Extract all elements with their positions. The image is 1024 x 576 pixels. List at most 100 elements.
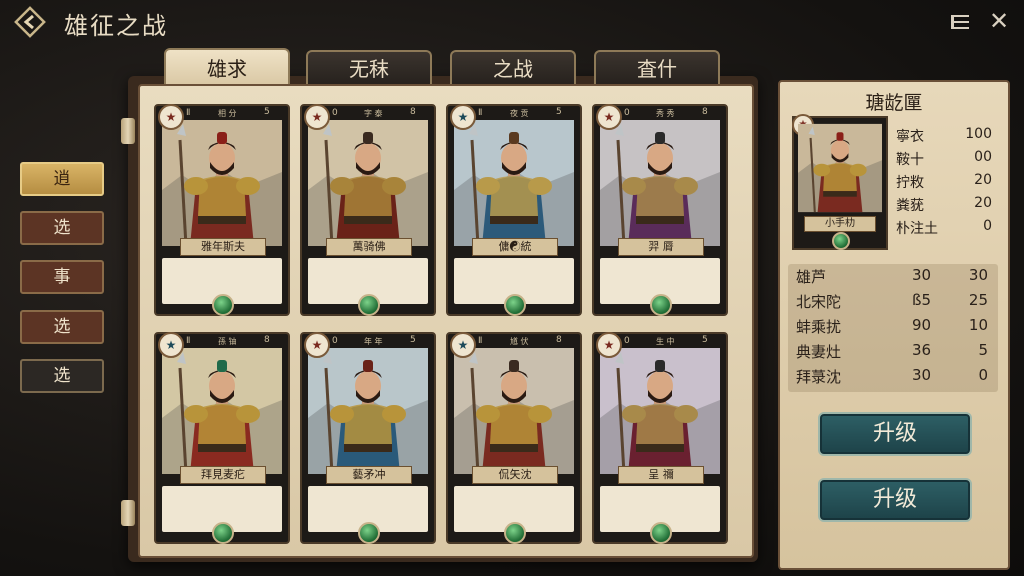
card-stat-c: 8 (702, 107, 708, 117)
hero-portrait-art (454, 348, 574, 474)
attribute-row: 拧敉 20 (896, 172, 996, 192)
stat-name: 雄芦 (796, 268, 827, 286)
stat-table: 雄芦 30 30 北宋陀 ß5 25 蚌乘扰 90 10 典妻灶 36 5 拜菉沈 (788, 264, 998, 392)
attribute-value: 20 (974, 172, 992, 188)
stat-value-current: 90 (912, 316, 932, 334)
card-stat-c: 5 (264, 107, 270, 117)
gem-icon (650, 522, 672, 544)
rank-badge: ★ (596, 332, 622, 358)
hero-card[interactable]: ★ Ⅱ 馗 伏 8 侃矢沈 (446, 332, 582, 544)
attribute-value: 0 (983, 218, 992, 234)
hero-card[interactable]: ★ Ⅱ 相 分 5 雅年斯夫 (154, 104, 290, 316)
card-stat-b: 字 泰 (364, 109, 383, 118)
close-icon[interactable]: ✕ (986, 8, 1012, 34)
hero-card[interactable]: ★ Ⅱ 夜 贡 5 傭☯統 (446, 104, 582, 316)
hero-portrait-art (308, 348, 428, 474)
rank-badge: ★ (158, 104, 184, 130)
card-stat-c: 8 (264, 335, 270, 345)
gem-icon (358, 522, 380, 544)
stat-value-current: 30 (912, 366, 932, 384)
gem-icon (504, 294, 526, 316)
attribute-row: 寧衣 100 (896, 126, 996, 146)
attribute-label: 拧敉 (896, 175, 924, 191)
card-stat-a: Ⅱ (186, 336, 191, 346)
stat-value-bonus: 10 (968, 316, 988, 334)
attribute-value: 20 (974, 195, 992, 211)
hero-nameplate: 侃矢沈 (472, 466, 558, 484)
upgrade-button-secondary[interactable]: 升级 (818, 478, 972, 522)
rank-badge: ★ (304, 332, 330, 358)
side-button-1[interactable]: 逍 (20, 162, 104, 196)
stat-name: 拜菉沈 (796, 368, 842, 386)
detail-portrait: ★ 小手朸 (792, 114, 888, 250)
hero-portrait-art (308, 120, 428, 246)
rank-badge: ★ (450, 104, 476, 130)
card-stat-a: 0 (332, 108, 338, 118)
attribute-label: 粪莸 (896, 198, 924, 214)
card-stat-b: 馗 伏 (510, 337, 529, 346)
stat-value-bonus: 5 (978, 341, 988, 359)
card-stat-c: 5 (410, 335, 416, 345)
hero-card[interactable]: ★ 0 生 中 5 呈 禰 (592, 332, 728, 544)
card-stat-c: 8 (410, 107, 416, 117)
upgrade-button[interactable]: 升级 (818, 412, 972, 456)
stat-row: 北宋陀 ß5 25 (788, 291, 998, 315)
card-stat-c: 5 (556, 107, 562, 117)
gem-icon (212, 522, 234, 544)
hero-card[interactable]: ★ 0 年 年 5 藝矛冲 (300, 332, 436, 544)
page-title: 雄征之战 (64, 12, 168, 40)
stat-row: 拜菉沈 30 0 (788, 366, 998, 390)
gem-icon (212, 294, 234, 316)
rank-badge: ★ (158, 332, 184, 358)
portrait-nameplate: 小手朸 (804, 216, 876, 232)
card-stat-a: 0 (624, 336, 630, 346)
hero-nameplate: 呈 禰 (618, 466, 704, 484)
hero-detail-panel: 瑭龁匰 ★ 小手朸 寧衣 100鞍十 00拧敉 20粪莸 (778, 80, 1010, 570)
hero-card[interactable]: ★ 0 字 泰 8 萬骑佛 (300, 104, 436, 316)
tab-second[interactable]: 无秣 (306, 50, 432, 86)
card-stat-b: 生 中 (656, 337, 675, 346)
hero-card[interactable]: ★ Ⅱ 孫 铀 8 拜見麦疕 (154, 332, 290, 544)
attribute-label: 朴注土 (896, 221, 938, 237)
side-button-2[interactable]: 选 (20, 211, 104, 245)
stat-name: 典妻灶 (796, 343, 842, 361)
tab-recruit[interactable]: 雄求 (164, 48, 290, 88)
stat-name: 北宋陀 (796, 293, 842, 311)
card-stat-c: 8 (556, 335, 562, 345)
hero-card[interactable]: ★ 0 秀 秀 8 羿 脣 (592, 104, 728, 316)
hero-nameplate: 傭☯統 (472, 238, 558, 256)
tab-battle[interactable]: 之战 (450, 50, 576, 86)
side-button-3[interactable]: 事 (20, 260, 104, 294)
side-button-4[interactable]: 选 (20, 310, 104, 344)
card-stat-b: 孫 铀 (218, 337, 237, 346)
stat-row: 典妻灶 36 5 (788, 341, 998, 365)
stat-name: 蚌乘扰 (796, 318, 842, 336)
hero-nameplate: 羿 脣 (618, 238, 704, 256)
hero-portrait-art (600, 348, 720, 474)
hero-portrait-art (798, 122, 882, 214)
tab-fourth[interactable]: 査什 (594, 50, 720, 86)
stat-value-bonus: 25 (968, 291, 988, 309)
stat-row: 蚌乘扰 90 10 (788, 316, 998, 340)
hero-portrait-art (600, 120, 720, 246)
list-menu-icon[interactable] (948, 10, 972, 34)
top-bar: 雄征之战 ✕ (0, 0, 1024, 44)
book-ring (121, 118, 135, 144)
side-button-5[interactable]: 选 (20, 359, 104, 393)
back-diamond-icon[interactable] (14, 6, 46, 38)
rank-badge: ★ (304, 104, 330, 130)
rank-badge: ★ (596, 104, 622, 130)
attribute-row: 粪莸 20 (896, 195, 996, 215)
hero-portrait-art (162, 348, 282, 474)
hero-nameplate: 藝矛冲 (326, 466, 412, 484)
hero-portrait-art (454, 120, 574, 246)
stat-value-bonus: 0 (978, 366, 988, 384)
hero-nameplate: 萬骑佛 (326, 238, 412, 256)
stat-value-current: ß5 (912, 291, 931, 309)
stat-value-current: 30 (912, 266, 932, 284)
attribute-row: 朴注土 0 (896, 218, 996, 238)
card-stat-a: Ⅱ (478, 108, 483, 118)
hero-portrait-art (162, 120, 282, 246)
gem-icon (358, 294, 380, 316)
card-stat-b: 年 年 (364, 337, 383, 346)
